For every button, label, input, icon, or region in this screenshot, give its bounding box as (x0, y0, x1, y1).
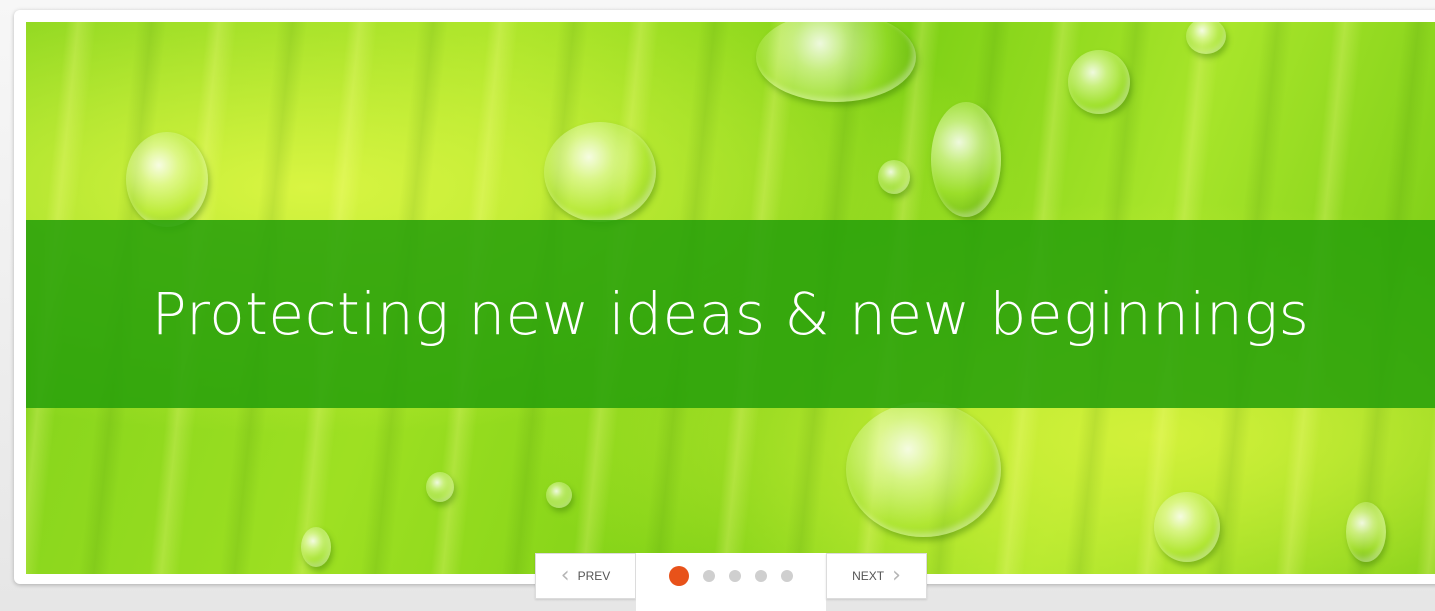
chevron-left-icon: ‹ (560, 563, 570, 588)
chevron-right-icon: › (892, 563, 901, 588)
page: Protecting new ideas & new beginnings ‹ … (0, 0, 1435, 611)
slide-dot-4[interactable] (755, 570, 767, 582)
slide-dot-5[interactable] (781, 570, 793, 582)
water-drop (126, 132, 208, 227)
prev-button[interactable]: ‹ PREV (535, 553, 636, 599)
water-drop (1068, 50, 1130, 114)
water-drop (878, 160, 910, 194)
water-drop (546, 482, 572, 508)
slider-pager: ‹ PREV NEXT › (535, 553, 927, 611)
next-button[interactable]: NEXT › (826, 553, 927, 599)
slide-dot-3[interactable] (729, 570, 741, 582)
water-drop (1346, 502, 1386, 562)
slide-caption: Protecting new ideas & new beginnings (151, 280, 1310, 348)
water-drop (931, 102, 1001, 217)
water-drop (544, 122, 656, 222)
next-label: NEXT (852, 569, 885, 583)
water-drop (301, 527, 331, 567)
water-drop (756, 22, 916, 102)
prev-label: PREV (577, 569, 611, 583)
slide-indicators (636, 553, 826, 611)
slide-dot-2[interactable] (703, 570, 715, 582)
slide-dot-1[interactable] (669, 566, 689, 586)
water-drop (1154, 492, 1220, 562)
water-drop (846, 402, 1001, 537)
water-drop (1186, 22, 1226, 54)
water-drop (426, 472, 454, 502)
caption-banner: Protecting new ideas & new beginnings (26, 220, 1435, 408)
